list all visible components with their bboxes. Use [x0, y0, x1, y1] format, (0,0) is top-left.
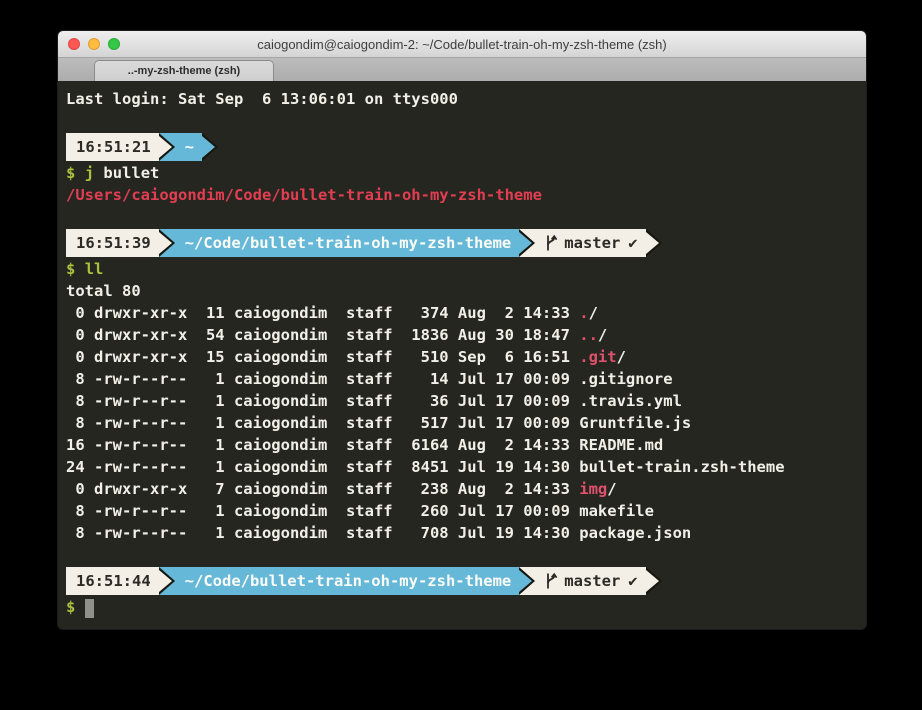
terminal-text	[75, 598, 84, 616]
terminal-text: README.md	[579, 436, 663, 454]
terminal-line: 0 drwxr-xr-x 54 caiogondim staff 1836 Au…	[66, 324, 858, 346]
terminal-text: makefile	[579, 502, 654, 520]
terminal-line: 16 -rw-r--r-- 1 caiogondim staff 6164 Au…	[66, 434, 858, 456]
terminal-line: 8 -rw-r--r-- 1 caiogondim staff 36 Jul 1…	[66, 390, 858, 412]
terminal-text: img	[579, 480, 607, 498]
terminal-line: 8 -rw-r--r-- 1 caiogondim staff 260 Jul …	[66, 500, 858, 522]
tab-label: ..-my-zsh-theme (zsh)	[128, 65, 240, 77]
powerline-arrow-icon	[519, 229, 535, 257]
terminal-text: Last login: Sat Sep 6 13:06:01 on ttys00…	[66, 90, 458, 108]
terminal-line	[66, 544, 858, 566]
command-line: $ ll	[66, 258, 858, 280]
terminal-text: package.json	[579, 524, 691, 542]
prompt-time-segment: 16:51:21	[66, 133, 159, 161]
terminal-text: /	[589, 304, 598, 322]
terminal-text: .travis.yml	[579, 392, 682, 410]
terminal-text: ..	[579, 326, 598, 344]
terminal-text: /	[607, 480, 616, 498]
terminal-line: 8 -rw-r--r-- 1 caiogondim staff 517 Jul …	[66, 412, 858, 434]
terminal-text: 24 -rw-r--r-- 1 caiogondim staff 8451 Ju…	[66, 458, 579, 476]
tab-bar: ..-my-zsh-theme (zsh)	[58, 58, 866, 82]
terminal-text: .	[579, 304, 588, 322]
terminal-text: $	[66, 260, 75, 278]
terminal-text: /Users/caiogondim/Code/bullet-train-oh-m…	[66, 186, 542, 204]
terminal-line: 0 drwxr-xr-x 15 caiogondim staff 510 Sep…	[66, 346, 858, 368]
powerline-arrow-icon	[646, 567, 662, 595]
terminal-window: caiogondim@caiogondim-2: ~/Code/bullet-t…	[57, 30, 867, 630]
terminal-text: 8 -rw-r--r-- 1 caiogondim staff 517 Jul …	[66, 414, 579, 432]
traffic-lights	[68, 38, 120, 50]
git-branch-icon	[545, 572, 558, 590]
terminal-line: 0 drwxr-xr-x 11 caiogondim staff 374 Aug…	[66, 302, 858, 324]
terminal-line: /Users/caiogondim/Code/bullet-train-oh-m…	[66, 184, 858, 206]
terminal-text: .gitignore	[579, 370, 672, 388]
block-cursor	[85, 599, 94, 618]
terminal-tab[interactable]: ..-my-zsh-theme (zsh)	[94, 60, 274, 81]
prompt-git-segment: master ✔	[535, 229, 645, 257]
window-title: caiogondim@caiogondim-2: ~/Code/bullet-t…	[58, 37, 866, 52]
terminal-text: 8 -rw-r--r-- 1 caiogondim staff 708 Jul …	[66, 524, 579, 542]
terminal-text	[75, 164, 84, 182]
prompt-line: 16:51:21 ~	[66, 132, 858, 162]
terminal-text: Gruntfile.js	[579, 414, 691, 432]
command-line: $	[66, 596, 858, 618]
terminal-text: 0 drwxr-xr-x 11 caiogondim staff 374 Aug…	[66, 304, 579, 322]
terminal-line: total 80	[66, 280, 858, 302]
terminal-text: j	[85, 164, 94, 182]
prompt-line: 16:51:39 ~/Code/bullet-train-oh-my-zsh-th…	[66, 228, 858, 258]
terminal-screen[interactable]: Last login: Sat Sep 6 13:06:01 on ttys00…	[58, 82, 866, 629]
prompt-path-segment: ~	[175, 133, 202, 161]
terminal-text: /	[617, 348, 626, 366]
powerline-arrow-icon	[159, 567, 175, 595]
terminal-text: 16 -rw-r--r-- 1 caiogondim staff 6164 Au…	[66, 436, 579, 454]
terminal-text: /	[598, 326, 607, 344]
terminal-text: 0 drwxr-xr-x 7 caiogondim staff 238 Aug …	[66, 480, 579, 498]
git-clean-check-icon: ✔	[628, 232, 637, 254]
terminal-text: $	[66, 164, 75, 182]
minimize-button[interactable]	[88, 38, 100, 50]
terminal-text	[75, 260, 84, 278]
prompt-git-segment: master ✔	[535, 567, 645, 595]
prompt-path-segment: ~/Code/bullet-train-oh-my-zsh-theme	[175, 229, 520, 257]
powerline-arrow-icon	[159, 229, 175, 257]
terminal-line: Last login: Sat Sep 6 13:06:01 on ttys00…	[66, 88, 858, 110]
powerline-arrow-icon	[159, 133, 175, 161]
git-branch-name: master	[564, 570, 620, 592]
command-line: $ j bullet	[66, 162, 858, 184]
terminal-text: 0 drwxr-xr-x 54 caiogondim staff 1836 Au…	[66, 326, 579, 344]
window-titlebar[interactable]: caiogondim@caiogondim-2: ~/Code/bullet-t…	[58, 31, 866, 58]
powerline-arrow-icon	[519, 567, 535, 595]
git-branch-name: master	[564, 232, 620, 254]
powerline-arrow-icon	[202, 133, 218, 161]
prompt-time-segment: 16:51:39	[66, 229, 159, 257]
terminal-text: total 80	[66, 282, 141, 300]
terminal-text: $	[66, 598, 75, 616]
terminal-text: ll	[85, 260, 104, 278]
prompt-path-segment: ~/Code/bullet-train-oh-my-zsh-theme	[175, 567, 520, 595]
prompt-time-segment: 16:51:44	[66, 567, 159, 595]
terminal-text: .git	[579, 348, 616, 366]
terminal-line	[66, 110, 858, 132]
terminal-line: 24 -rw-r--r-- 1 caiogondim staff 8451 Ju…	[66, 456, 858, 478]
terminal-text: 8 -rw-r--r-- 1 caiogondim staff 260 Jul …	[66, 502, 579, 520]
terminal-line	[66, 206, 858, 228]
terminal-text: bullet-train.zsh-theme	[579, 458, 784, 476]
git-branch-icon	[545, 234, 558, 252]
close-button[interactable]	[68, 38, 80, 50]
git-clean-check-icon: ✔	[628, 570, 637, 592]
prompt-line: 16:51:44 ~/Code/bullet-train-oh-my-zsh-th…	[66, 566, 858, 596]
terminal-text: bullet	[94, 164, 159, 182]
terminal-line: 8 -rw-r--r-- 1 caiogondim staff 708 Jul …	[66, 522, 858, 544]
powerline-arrow-icon	[646, 229, 662, 257]
terminal-text: 0 drwxr-xr-x 15 caiogondim staff 510 Sep…	[66, 348, 579, 366]
terminal-line: 8 -rw-r--r-- 1 caiogondim staff 14 Jul 1…	[66, 368, 858, 390]
terminal-text: 8 -rw-r--r-- 1 caiogondim staff 14 Jul 1…	[66, 370, 579, 388]
terminal-text: 8 -rw-r--r-- 1 caiogondim staff 36 Jul 1…	[66, 392, 579, 410]
zoom-button[interactable]	[108, 38, 120, 50]
terminal-line: 0 drwxr-xr-x 7 caiogondim staff 238 Aug …	[66, 478, 858, 500]
